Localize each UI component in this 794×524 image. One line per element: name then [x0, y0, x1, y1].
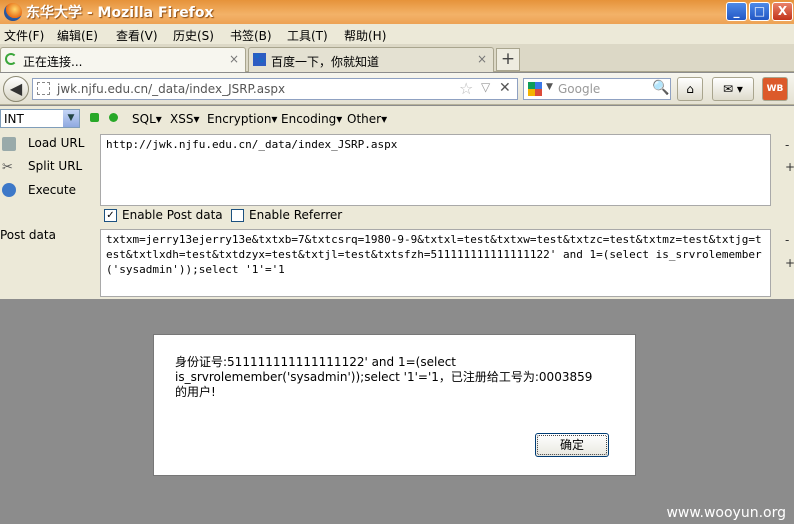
- menu-encryption[interactable]: Encryption▾: [207, 112, 277, 126]
- search-input[interactable]: Google: [558, 82, 600, 96]
- menu-view[interactable]: 查看(V): [116, 27, 158, 44]
- tab-connecting[interactable]: 正在连接... ×: [0, 47, 246, 72]
- url-textarea[interactable]: http://jwk.njfu.edu.cn/_data/index_JSRP.…: [100, 134, 771, 206]
- chevron-down-icon[interactable]: ▼: [63, 110, 79, 127]
- back-button[interactable]: ◀: [3, 76, 29, 102]
- increase-icon[interactable]: [109, 113, 118, 122]
- tab-close-icon[interactable]: ×: [229, 52, 239, 66]
- menu-help[interactable]: 帮助(H): [344, 27, 386, 44]
- menu-bar: 文件(F) 编辑(E) 查看(V) 历史(S) 书签(B) 工具(T) 帮助(H…: [0, 24, 794, 44]
- menu-xss[interactable]: XSS▾: [170, 112, 199, 126]
- alert-dialog: 身份证号:511111111111111122' and 1=(select i…: [153, 334, 636, 476]
- home-button[interactable]: ⌂: [677, 77, 703, 101]
- hackbar-panel: INT ▼ SQL▾ XSS▾ Encryption▾ Encoding▾ Ot…: [0, 106, 794, 299]
- load-url-button[interactable]: Load URL: [28, 136, 84, 150]
- menu-other[interactable]: Other▾: [347, 112, 387, 126]
- url-grow-button[interactable]: +: [785, 160, 794, 174]
- post-data-textarea[interactable]: txtxm=jerry13ejerry13e&txtxb=7&txtcsrq=1…: [100, 229, 771, 297]
- minimize-button[interactable]: _: [726, 2, 747, 21]
- loading-spinner-icon: [5, 53, 17, 65]
- menu-sql[interactable]: SQL▾: [132, 112, 162, 126]
- tab-close-icon[interactable]: ×: [477, 52, 487, 66]
- google-logo-icon[interactable]: [528, 82, 542, 96]
- menu-tools[interactable]: 工具(T): [287, 27, 328, 44]
- new-tab-button[interactable]: +: [496, 48, 520, 71]
- search-box[interactable]: ▼ Google 🔍: [523, 78, 671, 100]
- play-icon: [2, 183, 16, 197]
- url-dropdown-icon[interactable]: ▽: [481, 80, 490, 94]
- tab-bar: 正在连接... × 🐾 百度一下，你就知道 × +: [0, 44, 794, 72]
- firefox-logo-icon: [4, 3, 22, 21]
- site-identity-icon[interactable]: [37, 82, 50, 95]
- post-data-label: Post data: [0, 228, 56, 242]
- url-shrink-button[interactable]: -: [785, 138, 789, 152]
- url-text[interactable]: jwk.njfu.edu.cn/_data/index_JSRP.aspx: [57, 82, 285, 96]
- menu-file[interactable]: 文件(F): [4, 27, 44, 44]
- menu-bookmarks[interactable]: 书签(B): [230, 27, 272, 44]
- load-url-icon: [2, 137, 16, 151]
- decrease-icon[interactable]: [90, 113, 99, 122]
- execute-button[interactable]: Execute: [28, 183, 76, 197]
- title-bar: 东华大学 - Mozilla Firefox _ □ X: [0, 0, 794, 24]
- split-url-button[interactable]: Split URL: [28, 159, 82, 173]
- tab-label: 百度一下，你就知道: [271, 55, 380, 69]
- scissors-icon: ✂: [2, 160, 13, 175]
- weibo-share-icon[interactable]: WB: [762, 77, 788, 101]
- alert-message: 身份证号:511111111111111122' and 1=(select i…: [175, 355, 593, 399]
- menu-history[interactable]: 历史(S): [173, 27, 214, 44]
- close-button[interactable]: X: [772, 2, 793, 21]
- type-select[interactable]: INT ▼: [0, 109, 80, 128]
- watermark: www.wooyun.org: [666, 505, 786, 521]
- enable-referrer-checkbox[interactable]: [231, 209, 244, 222]
- post-grow-button[interactable]: +: [785, 256, 794, 270]
- ok-button[interactable]: 确定: [535, 433, 609, 457]
- maximize-button[interactable]: □: [749, 2, 770, 21]
- enable-post-label: Enable Post data: [122, 208, 223, 222]
- magnifier-icon[interactable]: 🔍: [652, 80, 669, 96]
- navigation-bar: ◀ jwk.njfu.edu.cn/_data/index_JSRP.aspx …: [0, 73, 794, 105]
- addon-button[interactable]: ✉ ▾: [712, 77, 754, 101]
- menu-edit[interactable]: 编辑(E): [57, 27, 98, 44]
- menu-encoding[interactable]: Encoding▾: [281, 112, 342, 126]
- type-select-value: INT: [4, 112, 24, 126]
- search-engine-dropdown-icon[interactable]: ▼: [546, 82, 553, 92]
- baidu-paw-icon: 🐾: [253, 53, 266, 66]
- tab-baidu[interactable]: 🐾 百度一下，你就知道 ×: [248, 47, 494, 72]
- enable-post-checkbox[interactable]: ✓: [104, 209, 117, 222]
- stop-icon[interactable]: ✕: [499, 80, 511, 96]
- enable-referrer-label: Enable Referrer: [249, 208, 343, 222]
- window-title: 东华大学 - Mozilla Firefox: [26, 5, 214, 21]
- bookmark-star-icon[interactable]: ☆: [459, 79, 473, 98]
- tab-label: 正在连接...: [23, 55, 83, 69]
- url-bar[interactable]: jwk.njfu.edu.cn/_data/index_JSRP.aspx ☆ …: [32, 78, 518, 100]
- post-shrink-button[interactable]: -: [785, 233, 789, 247]
